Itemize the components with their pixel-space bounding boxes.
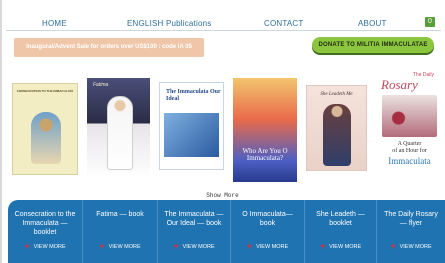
view-more-label: VIEW MORE (182, 244, 215, 250)
view-more-label: VIEW MORE (33, 244, 66, 250)
card-title: Consecration to the Immaculata — booklet (14, 211, 76, 236)
plus-icon: + (24, 241, 30, 251)
view-more-button[interactable]: + VIEW MORE (377, 241, 445, 251)
card-o-immaculata[interactable]: O Immaculata— book + VIEW MORE (230, 200, 304, 263)
nav-contact[interactable]: CONTACT (264, 19, 303, 28)
view-more-button[interactable]: + VIEW MORE (231, 241, 304, 251)
cover-o-immaculata[interactable]: Who Are You O Immaculata? (233, 78, 297, 182)
card-daily-rosary[interactable]: The Daily Rosary — flyer + VIEW MORE (376, 200, 445, 263)
view-more-button[interactable]: + VIEW MORE (83, 241, 157, 251)
view-more-button[interactable]: + VIEW MORE (305, 241, 376, 251)
card-she-leadeth[interactable]: She Leadeth — booklet + VIEW MORE (304, 200, 376, 263)
cover-immaculata-title: The Immaculata Our Ideal (166, 89, 221, 102)
book-covers-row: CONSECRATION TO THE IMMACULATA Fatima Th… (0, 70, 445, 188)
cover-consecration[interactable]: CONSECRATION TO THE IMMACULATA (12, 83, 78, 175)
card-consecration[interactable]: Consecration to the Immaculata — booklet… (8, 200, 82, 263)
show-more-link[interactable]: Show More (0, 192, 445, 199)
plus-icon: + (390, 241, 396, 251)
card-title: She Leadeth — booklet (316, 211, 365, 227)
madonna-image (323, 104, 351, 166)
sale-banner: Inaugural/Advent Sale for orders over US… (14, 38, 204, 57)
card-title: O Immaculata— book (242, 211, 293, 227)
card-title: Fatima — book (96, 211, 144, 218)
view-more-button[interactable]: + VIEW MORE (158, 241, 230, 251)
cover-rosary-title: Rosary (381, 77, 418, 92)
cover-immaculata-image (164, 113, 219, 157)
cover-rosary-sub1: A Quarter (397, 141, 422, 147)
view-more-label: VIEW MORE (399, 244, 432, 250)
cover-consecration-title: CONSECRATION TO THE IMMACULATA (16, 89, 74, 93)
cover-fatima-title: Fatima (93, 82, 109, 88)
card-fatima[interactable]: Fatima — book + VIEW MORE (82, 200, 157, 263)
cover-o-immaculata-title: Who Are You O Immaculata? (242, 147, 288, 162)
plus-icon: + (99, 241, 105, 251)
virgin-mary-image (31, 112, 61, 164)
card-title: The Daily Rosary — flyer (384, 211, 438, 227)
plus-icon: + (246, 241, 253, 251)
card-immaculata-our-ideal[interactable]: The Immaculata — Our Ideal — book + VIEW … (157, 200, 230, 263)
plus-icon: + (173, 241, 179, 251)
nav-home[interactable]: HOME (42, 19, 67, 28)
cover-fatima[interactable]: Fatima (87, 78, 150, 178)
cover-immaculata-our-ideal[interactable]: The Immaculata Our Ideal (159, 82, 224, 170)
view-more-label: VIEW MORE (108, 244, 141, 250)
cart-icon[interactable]: 0 (425, 17, 435, 27)
view-more-label: VIEW MORE (329, 244, 362, 250)
view-more-label: VIEW MORE (256, 244, 289, 250)
plus-icon: + (319, 241, 326, 251)
donate-button[interactable]: DONATE TO MILITIA IMMACULATAE (312, 37, 434, 53)
cover-rosary-sub2: of an Hour for (392, 148, 427, 154)
cover-she-leadeth-title: She Leadeth Me (320, 92, 353, 97)
top-nav: HOME ENGLISH Publications CONTACT ABOUT … (6, 14, 441, 31)
nav-about[interactable]: ABOUT (358, 19, 387, 28)
view-more-button[interactable]: + VIEW MORE (8, 241, 82, 251)
cover-rosary-sub3: Immaculata (388, 156, 431, 166)
cover-daily-rosary[interactable]: The Daily Rosary A Quarter of an Hour fo… (379, 70, 440, 188)
rosary-hands-image (382, 95, 437, 137)
fatima-statue-image (107, 96, 133, 170)
card-title: The Immaculata — Our Ideal — book (164, 211, 224, 227)
book-cards-bar: Consecration to the Immaculata — booklet… (8, 200, 445, 263)
nav-english-publications[interactable]: ENGLISH Publications (127, 19, 211, 28)
cover-she-leadeth[interactable]: She Leadeth Me (306, 85, 367, 171)
